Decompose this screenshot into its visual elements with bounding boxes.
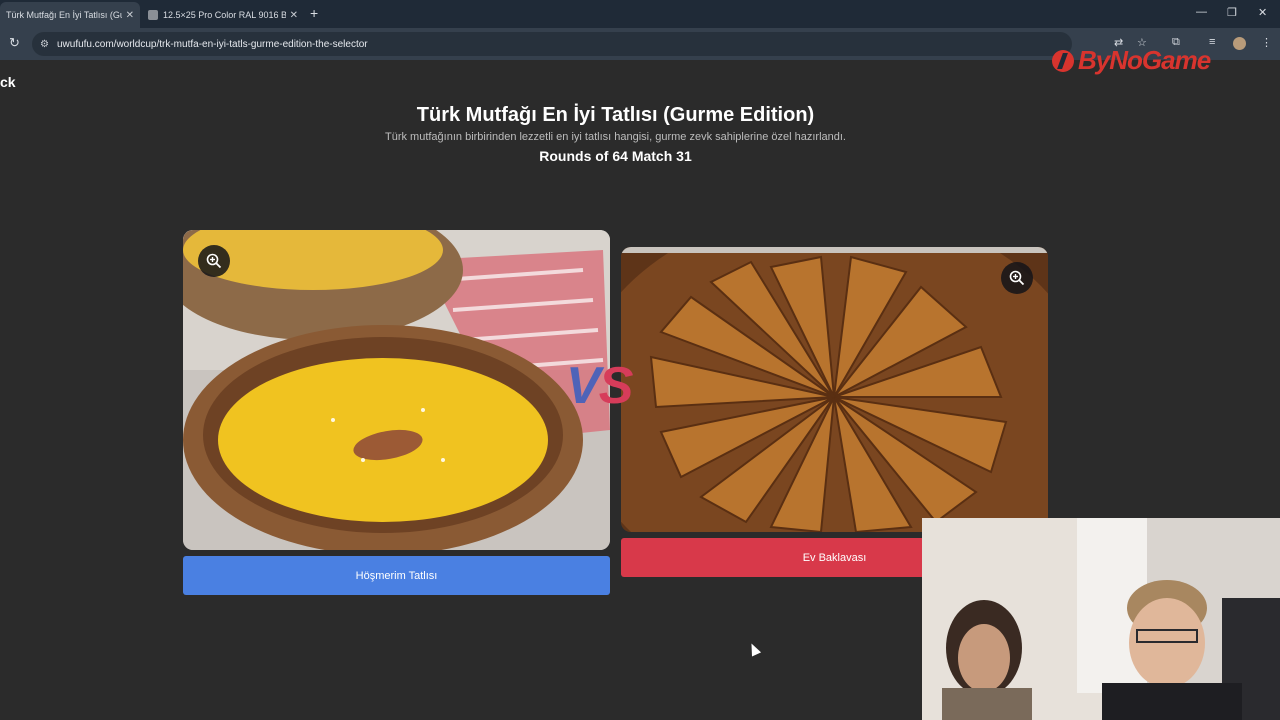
close-tab-icon[interactable]: ✕ <box>290 10 298 21</box>
browser-tabbar: Türk Mutfağı En İyi Tatlısı (Gurm ✕ 12.5… <box>0 0 1280 28</box>
restore-icon[interactable]: ❐ <box>1227 6 1237 19</box>
left-choice-button[interactable]: Höşmerim Tatlısı <box>183 556 610 595</box>
new-tab-icon[interactable]: + <box>310 5 318 21</box>
zoom-left-button[interactable] <box>198 245 230 277</box>
right-choice-label: Ev Baklavası <box>802 551 867 564</box>
page-description: Türk mutfağının birbirinden lezzetli en … <box>384 131 846 143</box>
round-info: Rounds of 64 Match 31 <box>539 148 692 164</box>
zoom-in-icon <box>206 253 222 269</box>
menu-icon[interactable]: ⋮ <box>1261 36 1272 49</box>
bynogame-logo: ByNoGame <box>1052 45 1211 76</box>
zoom-right-button[interactable] <box>1001 262 1033 294</box>
minimize-icon[interactable]: — <box>1196 6 1207 18</box>
zoom-in-icon <box>1009 270 1025 286</box>
webcam-overlay <box>922 518 1280 720</box>
tab-inactive[interactable]: 12.5×25 Pro Color RAL 9016 Be ✕ <box>142 2 304 28</box>
tab-label: 12.5×25 Pro Color RAL 9016 Be <box>163 10 286 20</box>
right-choice-image[interactable] <box>621 247 1048 532</box>
bynogame-logo-text: ByNoGame <box>1078 45 1211 75</box>
versus-label: VS <box>566 356 634 416</box>
tab-active[interactable]: Türk Mutfağı En İyi Tatlısı (Gurm ✕ <box>0 2 140 28</box>
favicon-icon <box>148 10 158 20</box>
url-field[interactable]: ⚙ uwufufu.com/worldcup/trk-mutfa-en-iyi-… <box>32 32 1072 56</box>
left-choice-image[interactable] <box>183 230 610 550</box>
bynogame-logo-icon <box>1052 49 1074 72</box>
mouse-cursor-icon <box>746 641 762 657</box>
versus-s: S <box>598 357 634 415</box>
window-close-icon[interactable]: ✕ <box>1258 6 1267 19</box>
back-link[interactable]: ck <box>0 74 16 90</box>
tab-label: Türk Mutfağı En İyi Tatlısı (Gurm <box>6 10 122 20</box>
url-text: uwufufu.com/worldcup/trk-mutfa-en-iyi-ta… <box>56 38 368 50</box>
close-tab-icon[interactable]: ✕ <box>126 10 134 21</box>
page-title: Türk Mutfağı En İyi Tatlısı (Gurme Editi… <box>416 104 815 126</box>
site-info-icon[interactable]: ⚙ <box>40 39 49 50</box>
reload-icon[interactable]: ↻ <box>9 35 20 51</box>
versus-v: V <box>566 357 601 415</box>
left-choice-label: Höşmerim Tatlısı <box>355 569 438 582</box>
profile-avatar[interactable] <box>1233 37 1246 50</box>
